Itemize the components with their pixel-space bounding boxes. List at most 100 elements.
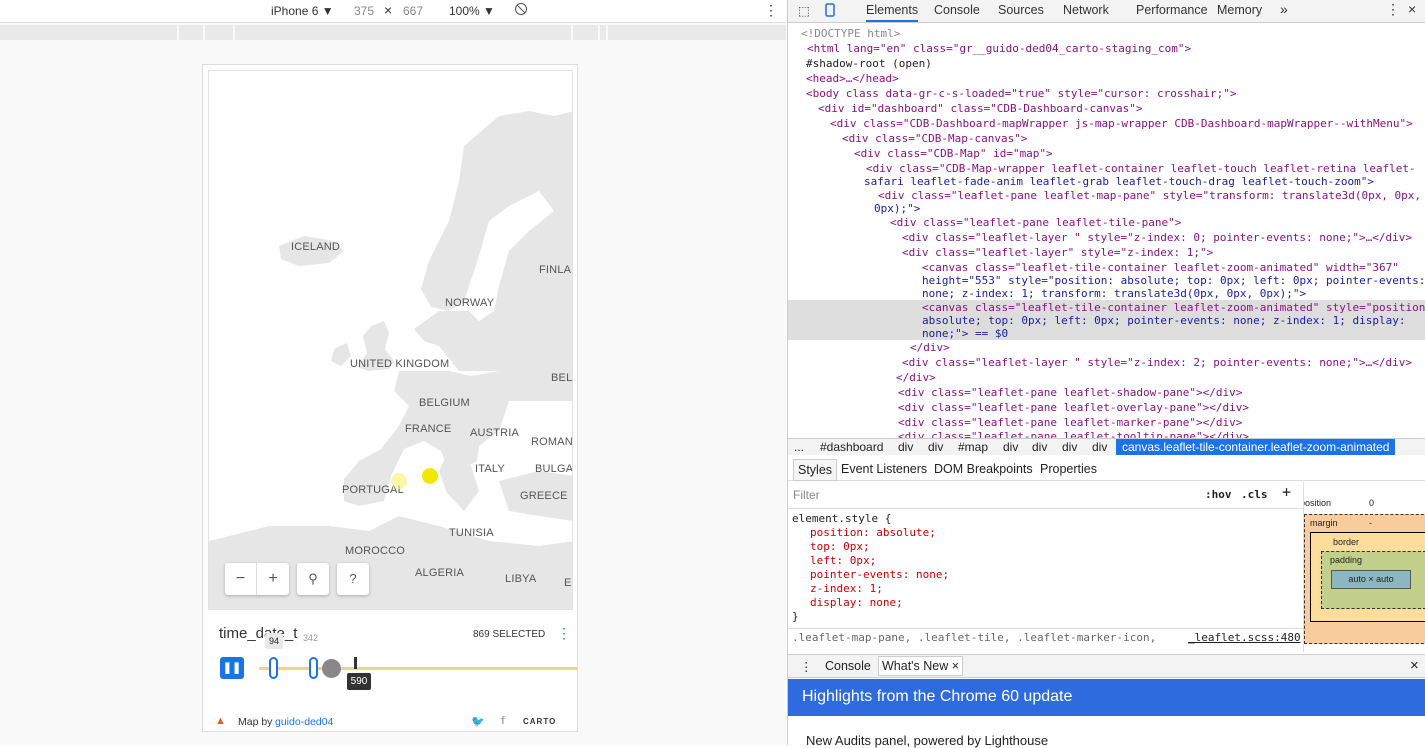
more-options-icon[interactable]: ⋮ [764, 2, 778, 19]
breadcrumb-item[interactable]: #map [958, 440, 988, 454]
carto-logo-icon: ▲ [215, 715, 226, 727]
tab-event-listeners[interactable]: Event Listeners [841, 462, 927, 476]
map-point[interactable] [391, 473, 407, 489]
timeline-track[interactable] [259, 667, 577, 670]
close-icon[interactable]: × [1408, 1, 1416, 17]
dom-line[interactable]: <div id="dashboard" class="CDB-Dashboard… [818, 101, 1143, 116]
dom-line[interactable]: <body class data-gr-c-s-loaded="true" st… [806, 86, 1236, 101]
device-height[interactable]: 667 [403, 4, 423, 18]
dom-line[interactable]: <div class="leaflet-pane leaflet-tile-pa… [890, 215, 1181, 230]
dom-line[interactable]: <div class="leaflet-layer" style="z-inde… [902, 245, 1213, 260]
style-source-link[interactable]: _leaflet.scss:480 [1188, 631, 1301, 645]
help-button[interactable]: ? [337, 563, 369, 595]
whats-new-item[interactable]: New Audits panel, powered by Lighthouse [806, 733, 1048, 748]
dom-line[interactable]: <div class="CDB-Dashboard-mapWrapper js-… [830, 116, 1413, 131]
range-handle-right[interactable] [309, 657, 318, 679]
more-tabs-icon[interactable]: » [1280, 1, 1288, 17]
dom-line[interactable]: <head>…</head> [806, 71, 899, 86]
style-selector: element.style { [792, 512, 892, 525]
dom-line[interactable]: 0px);"> [874, 201, 920, 216]
inspect-element-icon[interactable]: ⬚ [798, 3, 810, 18]
cls-toggle[interactable]: .cls [1241, 488, 1268, 502]
tab-network[interactable]: Network [1063, 3, 1109, 17]
map-label: MOROCCO [345, 545, 406, 557]
dom-line[interactable]: <div class="leaflet-layer " style="z-ind… [902, 230, 1412, 245]
style-property[interactable]: display: none; [810, 596, 903, 610]
dom-line[interactable]: <div class="CDB-Map-canvas"> [842, 131, 1027, 146]
hov-toggle[interactable]: :hov [1205, 488, 1232, 502]
pause-button[interactable]: ❚❚ [220, 657, 244, 679]
breadcrumb-item[interactable]: div [1062, 440, 1077, 454]
map-label: EG [564, 577, 572, 589]
zoom-in-button[interactable]: + [257, 563, 289, 595]
style-property[interactable]: position: absolute; [810, 526, 936, 540]
margin-value: - [1369, 518, 1372, 528]
new-rule-button[interactable]: + [1282, 485, 1291, 500]
style-property[interactable]: top: 0px; [810, 540, 870, 554]
dom-line[interactable]: safari leaflet-fade-anim leaflet-grab le… [864, 174, 1374, 189]
dom-line[interactable]: <div class="leaflet-pane leaflet-map-pan… [878, 188, 1421, 203]
breadcrumb-item[interactable]: div [898, 440, 913, 454]
footer-user-link[interactable]: guido-ded04 [275, 716, 333, 728]
box-model: position 0 margin - border padding auto … [1303, 482, 1425, 652]
drawer-tab-whats-new[interactable]: What's New × [878, 656, 964, 676]
style-property[interactable]: z-index: 1; [810, 582, 883, 596]
dom-tree[interactable]: <!DOCTYPE html> <html lang="en" class="g… [788, 24, 1425, 438]
dom-line[interactable]: <div class="CDB-Map" id="map"> [854, 146, 1053, 161]
breadcrumb-item[interactable]: div [928, 440, 943, 454]
breadcrumb-item[interactable]: div [1003, 440, 1018, 454]
breadcrumb-item[interactable]: div [1092, 440, 1107, 454]
tab-dom-breakpoints[interactable]: DOM Breakpoints [934, 462, 1033, 476]
dom-line[interactable]: <div class="leaflet-layer " style="z-ind… [902, 355, 1412, 370]
dom-line[interactable]: none; z-index: 1; transform: translate3d… [922, 286, 1306, 301]
map-label: FRANCE [405, 423, 452, 435]
time-marker[interactable] [354, 657, 357, 669]
zoom-out-button[interactable]: − [225, 563, 257, 595]
tab-properties[interactable]: Properties [1040, 462, 1097, 476]
dom-line[interactable]: <!DOCTYPE html> [801, 26, 900, 41]
drawer-close-icon[interactable]: × [1410, 657, 1419, 674]
breadcrumb-item[interactable]: #dashboard [820, 440, 883, 454]
widget-menu-icon[interactable]: ⋮ [557, 625, 571, 642]
twitter-icon[interactable]: 🐦 [471, 715, 485, 728]
device-width[interactable]: 375 [354, 4, 374, 18]
device-toggle-icon[interactable] [824, 3, 836, 20]
tab-elements[interactable]: Elements [866, 3, 919, 22]
dom-line[interactable]: <html lang="en" class="gr__guido-ded04_c… [807, 41, 1191, 56]
style-property[interactable]: left: 0px; [810, 554, 876, 568]
carto-brand: CARTO [523, 717, 557, 726]
tab-console[interactable]: Console [934, 3, 980, 17]
map-label: ALGERIA [415, 567, 465, 579]
dom-line[interactable]: <div class="leaflet-pane leaflet-overlay… [898, 400, 1249, 415]
map-point[interactable] [422, 468, 438, 484]
dom-line[interactable]: <div class="leaflet-pane leaflet-tooltip… [898, 429, 1249, 438]
dom-line[interactable]: <div class="leaflet-pane leaflet-shadow-… [898, 385, 1242, 400]
tab-sources[interactable]: Sources [998, 3, 1044, 17]
dom-line-selected[interactable]: none;"> == $0 [922, 326, 1008, 341]
dom-line[interactable]: </div> [910, 340, 950, 355]
breadcrumb-item[interactable]: div [1032, 440, 1047, 454]
facebook-icon[interactable]: f [501, 715, 505, 727]
zoom-select[interactable]: 100% ▼ [449, 4, 495, 18]
drawer-tab-console[interactable]: Console [825, 659, 871, 673]
tab-styles[interactable]: Styles [793, 459, 838, 481]
breadcrumb-item-selected[interactable]: canvas.leaflet-tile-container.leaflet-zo… [1116, 439, 1396, 455]
breadcrumb-item[interactable]: ... [794, 440, 804, 454]
map-canvas[interactable]: ICELAND FINLAN NORWAY UNITED KINGDOM BEL… [208, 70, 573, 610]
dom-line[interactable]: </div> [896, 370, 936, 385]
range-handle-left[interactable] [269, 657, 278, 679]
device-select[interactable]: iPhone 6 ▼ [271, 4, 334, 18]
style-property[interactable]: pointer-events: none; [810, 568, 949, 582]
filter-input[interactable]: Filter [793, 488, 820, 502]
tab-performance[interactable]: Performance [1136, 3, 1208, 17]
rotate-icon[interactable] [514, 2, 528, 19]
map-label: LIBYA [505, 573, 537, 585]
timeline-cursor[interactable] [322, 659, 341, 678]
search-button[interactable]: ⚲ [297, 563, 329, 595]
dom-line[interactable]: <div class="leaflet-pane leaflet-marker-… [898, 415, 1242, 430]
tab-memory[interactable]: Memory [1217, 3, 1262, 17]
dom-line[interactable]: #shadow-root (open) [806, 56, 932, 71]
box-position-label: position [1303, 498, 1332, 508]
devtools-menu-icon[interactable]: ⋮ [1386, 1, 1400, 18]
drawer-menu-icon[interactable]: ⋮ [800, 659, 813, 674]
